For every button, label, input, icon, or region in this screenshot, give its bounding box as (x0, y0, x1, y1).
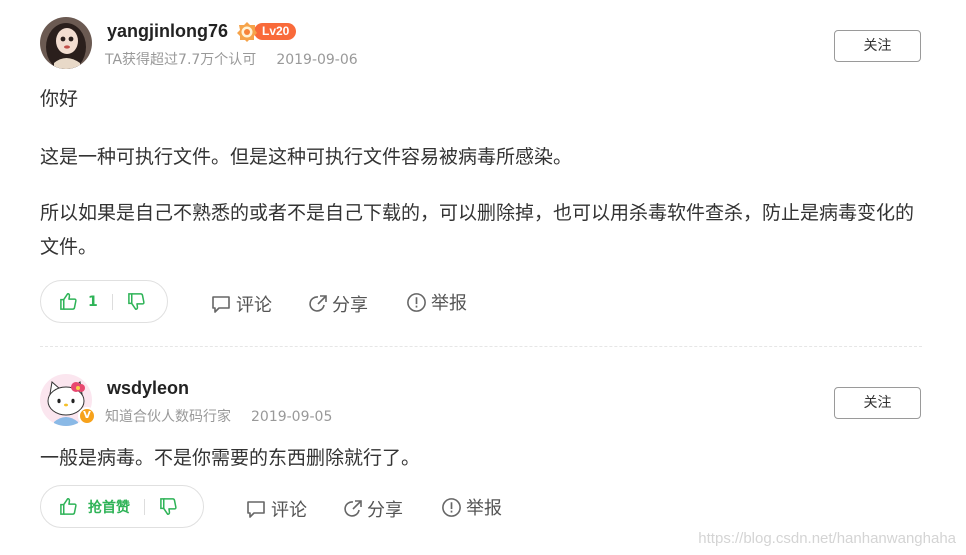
answer-date: 2019-09-06 (276, 52, 358, 68)
comment-label: 评论 (271, 500, 307, 521)
level-label: Lv20 (254, 23, 297, 40)
like-count: 1 (88, 293, 98, 310)
report-button[interactable]: 举报 (441, 494, 502, 520)
thumb-up-icon (60, 498, 77, 515)
answers-page: yangjinlong76 Lv20 TA获得超过7.7万个认可 2019-09-… (0, 0, 966, 555)
report-icon (442, 497, 461, 517)
share-icon (344, 500, 362, 517)
level-badge: Lv20 (236, 21, 297, 42)
vote-box: 抢首赞 (40, 485, 204, 528)
share-button[interactable]: 分享 (308, 291, 368, 317)
dislike-button[interactable] (127, 281, 162, 322)
like-button[interactable]: 1 (41, 281, 98, 322)
like-first-label: 抢首赞 (88, 499, 130, 516)
like-button[interactable]: 抢首赞 (41, 486, 130, 527)
share-label: 分享 (367, 500, 403, 521)
username[interactable]: yangjinlong76 (107, 21, 228, 42)
answer-date: 2019-09-05 (251, 409, 333, 425)
thumb-down-icon (127, 293, 145, 310)
comment-button[interactable]: 评论 (210, 291, 272, 317)
answer-paragraph: 一般是病毒。不是你需要的东西删除就行了。 (40, 447, 421, 469)
username[interactable]: wsdyleon (107, 378, 189, 399)
report-icon (407, 292, 426, 312)
share-button[interactable]: 分享 (343, 496, 403, 522)
vote-separator (144, 498, 145, 515)
verified-badge: V (78, 407, 96, 425)
comment-icon (212, 296, 230, 313)
follow-button[interactable]: 关注 (834, 30, 921, 62)
answer-paragraph: 你好 (40, 88, 79, 110)
thumb-down-icon (160, 498, 177, 515)
share-label: 分享 (332, 295, 368, 316)
answer-divider (40, 346, 922, 347)
user-title: 知道合伙人数码行家 (105, 409, 231, 425)
share-icon (309, 295, 327, 312)
dislike-button[interactable] (159, 486, 196, 527)
medal-icon (237, 21, 257, 42)
report-button[interactable]: 举报 (406, 289, 467, 315)
comment-button[interactable]: 评论 (245, 496, 307, 522)
follow-button[interactable]: 关注 (834, 387, 921, 419)
report-label: 举报 (466, 498, 502, 519)
user-meta: 知道合伙人数码行家 2019-09-05 (105, 406, 332, 426)
avatar-doll-icon (40, 17, 92, 69)
answer-paragraph: 这是一种可执行文件。但是这种可执行文件容易被病毒所感染。 (40, 146, 573, 168)
user-reputation: TA获得超过7.7万个认可 (105, 52, 257, 68)
comment-icon (247, 501, 265, 518)
watermark: https://blog.csdn.net/hanhanwanghaha (698, 530, 956, 547)
vote-box: 1 (40, 280, 168, 323)
user-meta: TA获得超过7.7万个认可 2019-09-06 (105, 49, 358, 69)
answer-paragraph: 所以如果是自己不熟悉的或者不是自己下载的，可以删除掉，也可以用杀毒软件查杀，防止… (40, 202, 915, 258)
comment-label: 评论 (236, 295, 272, 316)
report-label: 举报 (431, 293, 467, 314)
thumb-up-icon (60, 293, 77, 310)
user-avatar[interactable] (40, 17, 92, 69)
vote-separator (111, 293, 113, 310)
